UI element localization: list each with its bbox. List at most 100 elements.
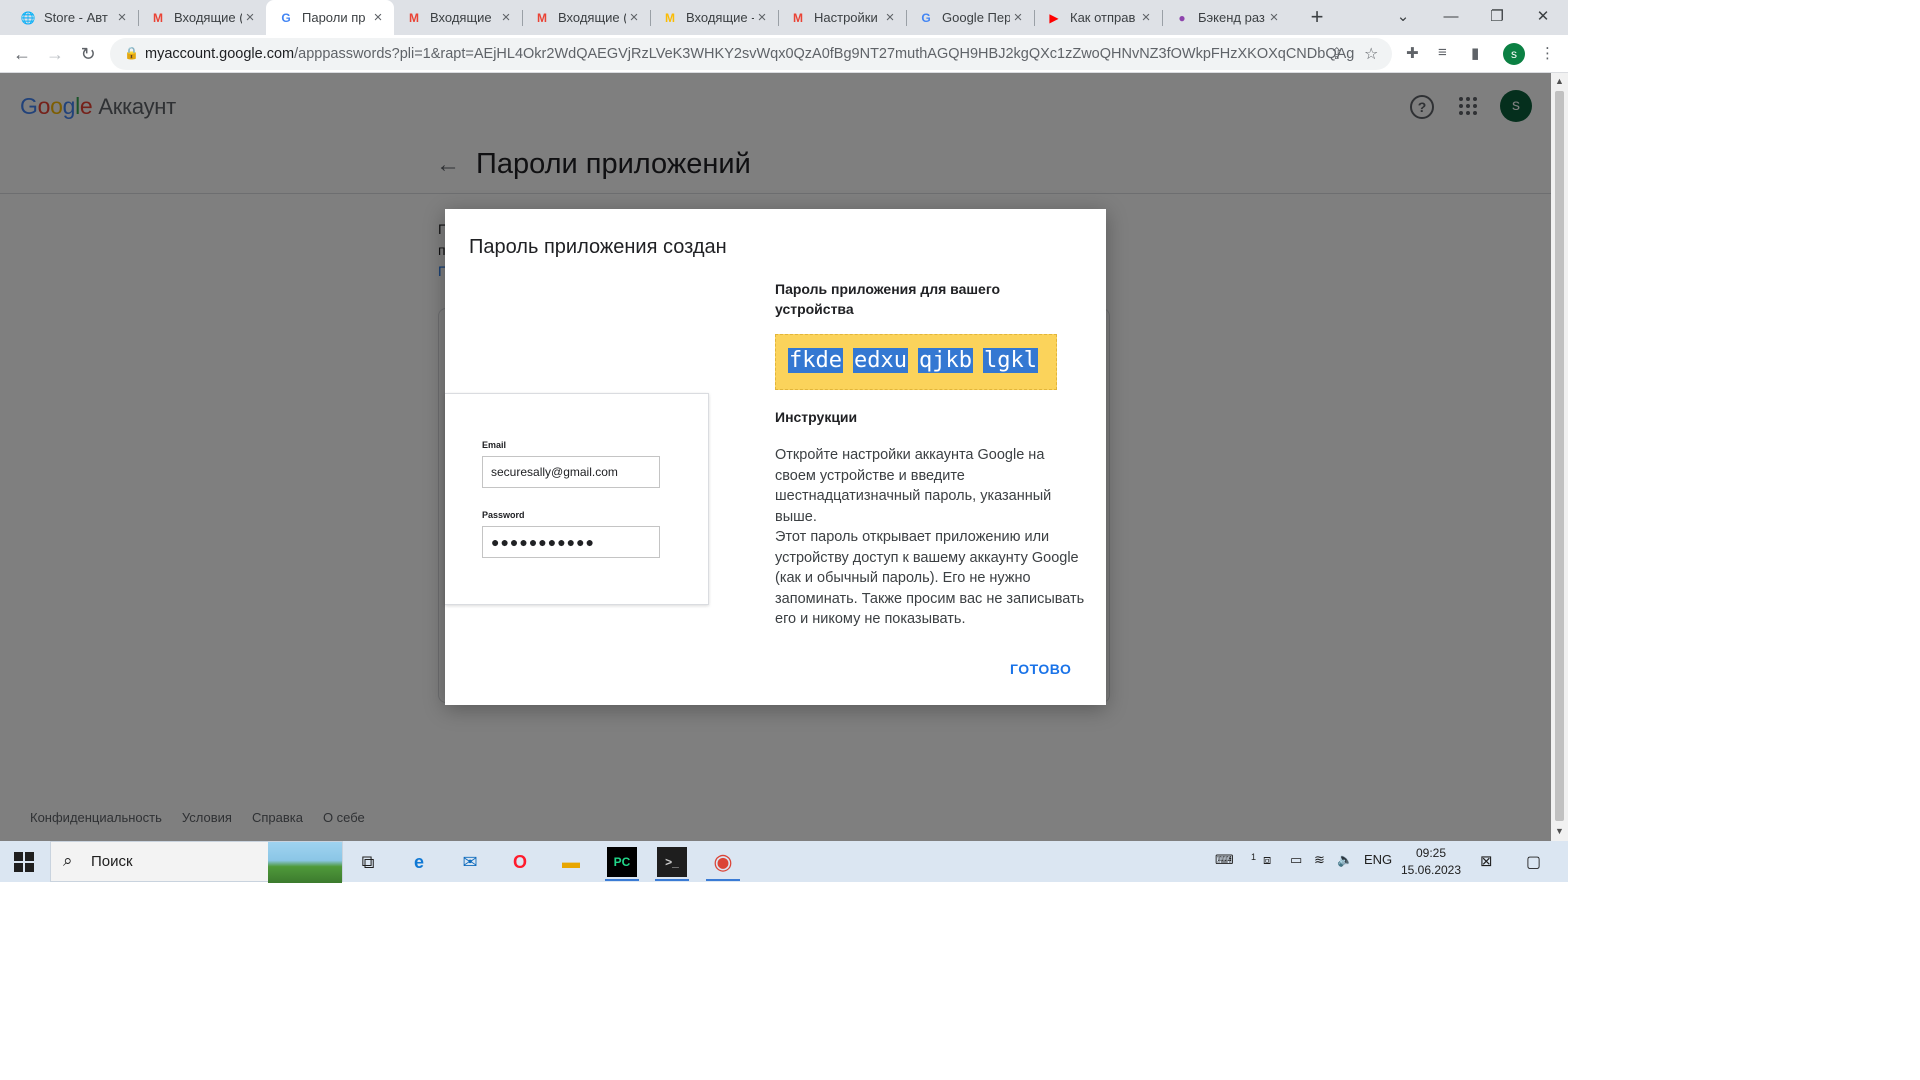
close-tab-icon[interactable]: × — [626, 9, 642, 26]
media-control-icon[interactable]: ≡ — [1438, 44, 1447, 61]
profile-avatar[interactable]: s — [1503, 43, 1525, 65]
search-placeholder: Поиск — [91, 853, 133, 870]
task-view-icon[interactable]: ⧉ — [353, 847, 383, 877]
reload-button[interactable]: ↻ — [74, 40, 102, 68]
password-chunk[interactable]: lgkl — [982, 348, 1038, 373]
tab-2-active[interactable]: G Пароли пр × — [266, 0, 394, 35]
password-chunk[interactable]: qjkb — [917, 348, 973, 373]
scroll-thumb[interactable] — [1555, 91, 1564, 821]
restore-button[interactable]: ❐ — [1474, 0, 1520, 35]
tab-title: Входящие ( — [558, 10, 626, 25]
close-tab-icon[interactable]: × — [370, 9, 386, 26]
tab-1[interactable]: M Входящие ( × — [138, 0, 266, 35]
gmail-icon: M — [409, 10, 419, 25]
browser-toolbar: ← → ↻ 🔒 myaccount.google.com/apppassword… — [0, 35, 1568, 73]
extensions-icon[interactable]: ✚ — [1406, 44, 1419, 62]
device-icon[interactable]: ⧈ — [1263, 852, 1271, 868]
search-icon: ⌕ — [63, 851, 73, 870]
tab-title: Бэкенд раз — [1198, 10, 1265, 25]
new-tab-button[interactable]: + — [1305, 5, 1329, 29]
address-bar[interactable]: 🔒 myaccount.google.com/apppasswords?pli=… — [110, 38, 1392, 70]
language-indicator[interactable]: ENG — [1364, 852, 1392, 867]
close-window-button[interactable]: ✕ — [1520, 0, 1566, 35]
scroll-up-icon[interactable]: ▲ — [1551, 76, 1568, 86]
file-explorer-icon[interactable]: ▬ — [556, 847, 586, 877]
terminal-running-indicator — [655, 879, 689, 881]
translate-icon: G — [921, 10, 931, 25]
gmail-icon: M — [793, 10, 803, 25]
opera-icon[interactable]: O — [505, 847, 535, 877]
chrome-icon[interactable]: ◉ — [708, 847, 738, 877]
google-icon: G — [281, 10, 291, 25]
pycharm-running-indicator — [605, 879, 639, 881]
share-icon[interactable]: ⇪ — [1330, 44, 1343, 64]
windows-taskbar: ⌕ Поиск ⧉ e ✉ O ▬ PC >_ ◉ ⌨ 1 ⧈ ▭ ≋ 🔈 EN… — [0, 841, 1568, 883]
focus-assist-icon[interactable]: ⊠ — [1480, 852, 1493, 870]
clock-time: 09:25 — [1415, 846, 1447, 860]
illustration-password-label: Password — [482, 510, 525, 520]
app-password-dialog: Пароль приложения создан Email securesal… — [445, 209, 1106, 705]
generated-password-box[interactable]: fkde edxu qjkb lgkl — [775, 334, 1057, 390]
tab-9[interactable]: ● Бэкенд раз × — [1162, 0, 1290, 35]
tab-title: Входящие ( — [174, 10, 242, 25]
wifi-icon[interactable]: ≋ — [1314, 852, 1325, 868]
pycharm-icon[interactable]: PC — [607, 847, 637, 877]
lock-icon[interactable]: 🔒 — [124, 46, 139, 60]
edge-icon[interactable]: e — [404, 847, 434, 877]
instructions-text: Откройте настройки аккаунта Google на св… — [775, 445, 1087, 630]
instructions-paragraph: Откройте настройки аккаунта Google на св… — [775, 447, 1052, 525]
forward-button[interactable]: → — [41, 40, 69, 68]
scroll-down-icon[interactable]: ▼ — [1551, 826, 1568, 836]
tab-title: Google Пер — [942, 10, 1010, 25]
battery-icon[interactable]: ▭ — [1290, 852, 1302, 868]
notification-badge: 1 — [1251, 852, 1257, 862]
close-tab-icon[interactable]: × — [1138, 9, 1154, 26]
done-button[interactable]: ГОТОВО — [1010, 661, 1071, 677]
tab-4[interactable]: M Входящие ( × — [522, 0, 650, 35]
tab-title: Пароли пр — [302, 10, 366, 25]
close-tab-icon[interactable]: × — [498, 9, 514, 26]
notifications-icon[interactable]: ▢ — [1526, 852, 1541, 872]
illustration-password-field: ●●●●●●●●●●● — [482, 526, 660, 558]
globe-icon: 🌐 — [20, 10, 36, 25]
tab-title: Настройки — [814, 10, 878, 25]
bookmark-star-icon[interactable]: ☆ — [1364, 44, 1378, 64]
close-tab-icon[interactable]: × — [242, 9, 258, 26]
taskbar-search[interactable]: ⌕ Поиск — [50, 841, 343, 883]
close-tab-icon[interactable]: × — [882, 9, 898, 26]
tab-8[interactable]: ▶ Как отправ × — [1034, 0, 1162, 35]
menu-kebab-icon[interactable]: ⋮ — [1540, 44, 1555, 62]
tab-7[interactable]: G Google Пер × — [906, 0, 1034, 35]
page-scrollbar[interactable]: ▲ ▼ — [1551, 73, 1568, 841]
password-chunk[interactable]: edxu — [852, 348, 908, 373]
tab-title: Store - Авт — [44, 10, 108, 25]
close-tab-icon[interactable]: × — [1010, 9, 1026, 26]
tab-0[interactable]: 🌐 Store - Авт × — [8, 0, 138, 35]
back-button[interactable]: ← — [8, 40, 36, 68]
mail-icon[interactable]: ✉ — [455, 847, 485, 877]
minimize-button[interactable]: — — [1428, 0, 1474, 35]
page: GoogleАккаунт ? s ← Пароли приложений П … — [0, 73, 1551, 841]
close-tab-icon[interactable]: × — [114, 9, 130, 26]
youtube-icon: ▶ — [1049, 10, 1059, 25]
windows-start-icon[interactable] — [14, 852, 34, 872]
tab-title: Как отправ — [1070, 10, 1136, 25]
tab-title: Входящие - — [686, 10, 754, 25]
language-bar-icon[interactable]: ⌨ — [1215, 852, 1234, 868]
close-tab-icon[interactable]: × — [1266, 9, 1282, 26]
tab-5[interactable]: M Входящие - × — [650, 0, 778, 35]
url-text[interactable]: myaccount.google.com/apppasswords?pli=1&… — [145, 46, 1354, 62]
gmail-icon: M — [153, 10, 163, 25]
tab-6[interactable]: M Настройки × — [778, 0, 906, 35]
password-chunk[interactable]: fkde — [788, 348, 843, 373]
dialog-title: Пароль приложения создан — [469, 236, 727, 258]
close-tab-icon[interactable]: × — [754, 9, 770, 26]
instructions-heading: Инструкции — [775, 409, 858, 425]
taskbar-clock[interactable]: 09:25 15.06.2023 — [1400, 845, 1462, 879]
tab-search-icon[interactable]: ⌄ — [1380, 0, 1426, 35]
tab-3[interactable]: M Входящие × — [394, 0, 522, 35]
instructions-paragraph: Этот пароль открывает приложению или уст… — [775, 529, 1085, 627]
terminal-icon[interactable]: >_ — [657, 847, 687, 877]
volume-icon[interactable]: 🔈 — [1337, 852, 1353, 868]
side-panel-icon[interactable]: ▮ — [1471, 44, 1479, 62]
